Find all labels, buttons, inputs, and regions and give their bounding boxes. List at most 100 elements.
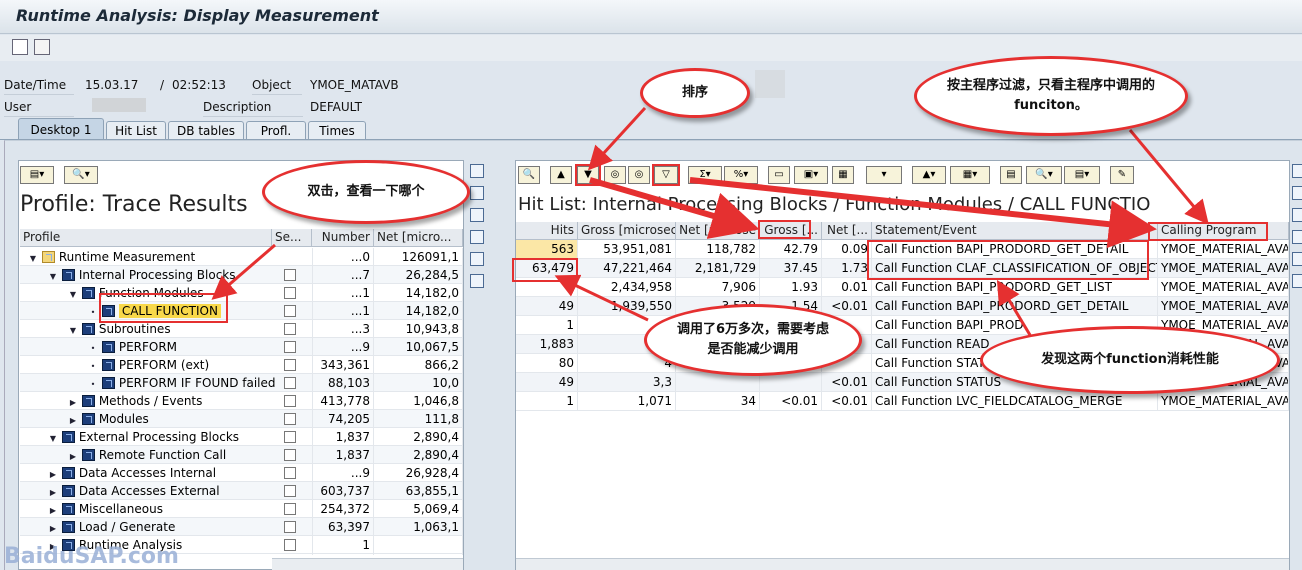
- tree-layout-icon[interactable]: ▤▾: [20, 166, 54, 184]
- tree-node[interactable]: • PERFORM (ext): [88, 356, 210, 374]
- table-row[interactable]: 491,939,5503,5291.54<0.01Call Function B…: [516, 297, 1289, 316]
- hitlist-col[interactable]: Net [...: [822, 222, 872, 240]
- tree-node[interactable]: ▶ Load / Generate: [48, 518, 175, 536]
- tree-row[interactable]: ▼ Function Modules ...1 14,182,0: [20, 284, 463, 303]
- columns-icon[interactable]: ▦▾: [950, 166, 990, 184]
- tree-row[interactable]: ▶ Miscellaneous 254,372 5,069,4: [20, 500, 463, 519]
- tree-node[interactable]: ▶ Data Accesses External: [48, 482, 220, 500]
- tree-node[interactable]: ▼ External Processing Blocks: [48, 428, 239, 446]
- tree-row[interactable]: ▼ Runtime Measurement ...0 126091,1: [20, 248, 463, 267]
- search-icon[interactable]: 🔍▾: [1026, 166, 1062, 184]
- select-checkbox[interactable]: [284, 287, 296, 299]
- select-checkbox[interactable]: [284, 503, 296, 515]
- col-sel[interactable]: Se...: [272, 229, 312, 247]
- col-number[interactable]: Number: [312, 229, 374, 247]
- tree-node[interactable]: ▶ Data Accesses Internal: [48, 464, 216, 482]
- col-net[interactable]: Net [micro...: [374, 229, 463, 247]
- col-profile[interactable]: Profile: [20, 229, 272, 247]
- table-row[interactable]: 1 1,071 34 <0.01 <0.01 Call Function LVC_FIEL…: [516, 392, 1289, 411]
- close-right-icon[interactable]: [1292, 164, 1302, 178]
- select-checkbox[interactable]: [284, 269, 296, 281]
- grid-icon[interactable]: ▦: [832, 166, 854, 184]
- save-icon[interactable]: ▤▾: [1064, 166, 1100, 184]
- layout-icon[interactable]: ▲▾: [912, 166, 946, 184]
- tree-row[interactable]: ▼ Subroutines ...3 10,943,8: [20, 320, 463, 339]
- tree-row[interactable]: ▶ Load / Generate 63,397 1,063,1: [20, 518, 463, 537]
- window-icon[interactable]: [34, 39, 50, 55]
- maximize-right-icon[interactable]: [1292, 208, 1302, 222]
- select-checkbox[interactable]: [284, 449, 296, 461]
- doc-icon[interactable]: ▤: [1000, 166, 1022, 184]
- filter-icon[interactable]: ▽: [652, 164, 680, 186]
- select-checkbox[interactable]: [284, 467, 296, 479]
- sort-asc-icon[interactable]: ▲: [550, 166, 572, 184]
- tab-profl[interactable]: Profl.: [246, 121, 306, 140]
- tree-row[interactable]: ▼ External Processing Blocks 1,837 2,890,4: [20, 428, 463, 447]
- binoculars-icon[interactable]: ◎: [604, 166, 626, 184]
- maximize-icon[interactable]: [470, 208, 484, 222]
- link-icon[interactable]: [470, 274, 484, 288]
- select-checkbox[interactable]: [284, 521, 296, 533]
- tree-row[interactable]: • CALL FUNCTION ...1 14,182,0: [20, 302, 463, 321]
- select-checkbox[interactable]: [284, 377, 296, 389]
- hitlist-col[interactable]: Statement/Event: [872, 222, 1158, 240]
- sum-icon[interactable]: Σ▾: [688, 166, 722, 184]
- select-checkbox[interactable]: [284, 395, 296, 407]
- select-checkbox[interactable]: [284, 323, 296, 335]
- hitlist-col[interactable]: Hits: [516, 222, 578, 240]
- subtotal-icon[interactable]: %▾: [724, 166, 758, 184]
- tree-node[interactable]: ▶ Miscellaneous: [48, 500, 163, 518]
- tab-times[interactable]: Times: [308, 121, 366, 140]
- export-icon[interactable]: ▾: [866, 166, 902, 184]
- tree-node[interactable]: • PERFORM: [88, 338, 177, 356]
- tree-row[interactable]: ▶ Data Accesses External 603,737 63,855,1: [20, 482, 463, 501]
- views-icon[interactable]: ▣▾: [794, 166, 828, 184]
- settings-icon[interactable]: ✎: [1110, 166, 1134, 184]
- tree-node[interactable]: ▼ Internal Processing Blocks: [48, 266, 236, 284]
- tab-desktop-1[interactable]: Desktop 1: [18, 118, 104, 140]
- select-checkbox[interactable]: [284, 305, 296, 317]
- select-checkbox[interactable]: [284, 359, 296, 371]
- hitlist-col[interactable]: Net [microse: [676, 222, 760, 240]
- tree-row[interactable]: ▶ Data Accesses Internal ...9 26,928,4: [20, 464, 463, 483]
- structure-icon[interactable]: [12, 39, 28, 55]
- tree-row[interactable]: ▶ Methods / Events 413,778 1,046,8: [20, 392, 463, 411]
- tree-node[interactable]: ▶ Methods / Events: [68, 392, 202, 410]
- restore-right-icon[interactable]: [1292, 230, 1302, 244]
- tree-row[interactable]: • PERFORM IF FOUND failed 88,103 10,0: [20, 374, 463, 393]
- select-checkbox[interactable]: [284, 431, 296, 443]
- print-icon[interactable]: ▭: [768, 166, 790, 184]
- tree-row[interactable]: • PERFORM (ext) 343,361 866,2: [20, 356, 463, 375]
- select-checkbox[interactable]: [284, 539, 296, 551]
- tree-row[interactable]: • PERFORM ...9 10,067,5: [20, 338, 463, 357]
- details-icon[interactable]: 🔍: [518, 166, 540, 184]
- tree-node[interactable]: ▶ Modules: [68, 410, 149, 428]
- hitlist-col[interactable]: Gross [microsec]: [578, 222, 676, 240]
- tree-node[interactable]: • PERFORM IF FOUND failed: [88, 374, 276, 392]
- tree-row[interactable]: ▶ Modules 74,205 111,8: [20, 410, 463, 429]
- find-next-icon[interactable]: ◎: [628, 166, 650, 184]
- tree-row[interactable]: ▼ Internal Processing Blocks ...7 26,284,5: [20, 266, 463, 285]
- swap-icon[interactable]: [470, 252, 484, 266]
- hitlist-cell: 1,071: [578, 392, 676, 411]
- restore-icon[interactable]: [470, 230, 484, 244]
- tab-db-tables[interactable]: DB tables: [168, 121, 244, 140]
- swap-right-icon[interactable]: [1292, 252, 1302, 266]
- close-pane-icon[interactable]: [470, 164, 484, 178]
- new-pane-icon[interactable]: [470, 186, 484, 200]
- link-right-icon[interactable]: [1292, 274, 1302, 288]
- tree-node[interactable]: ▼ Runtime Measurement: [28, 248, 195, 266]
- select-checkbox[interactable]: [284, 485, 296, 497]
- new-right-icon[interactable]: [1292, 186, 1302, 200]
- find-icon[interactable]: 🔍▾: [64, 166, 98, 184]
- tree-node[interactable]: ▶ Remote Function Call: [68, 446, 226, 464]
- right-hscroll[interactable]: [516, 558, 1289, 570]
- table-row[interactable]: 1 2,434,958 7,906 1.93 0.01 Call Function BAP…: [516, 278, 1289, 297]
- left-hscroll[interactable]: [272, 558, 463, 570]
- block-icon: [61, 431, 75, 443]
- tab-hit-list[interactable]: Hit List: [106, 121, 166, 140]
- tree-row[interactable]: ▶ Remote Function Call 1,837 2,890,4: [20, 446, 463, 465]
- select-checkbox[interactable]: [284, 413, 296, 425]
- sort-desc-icon[interactable]: ▼: [575, 164, 601, 186]
- select-checkbox[interactable]: [284, 341, 296, 353]
